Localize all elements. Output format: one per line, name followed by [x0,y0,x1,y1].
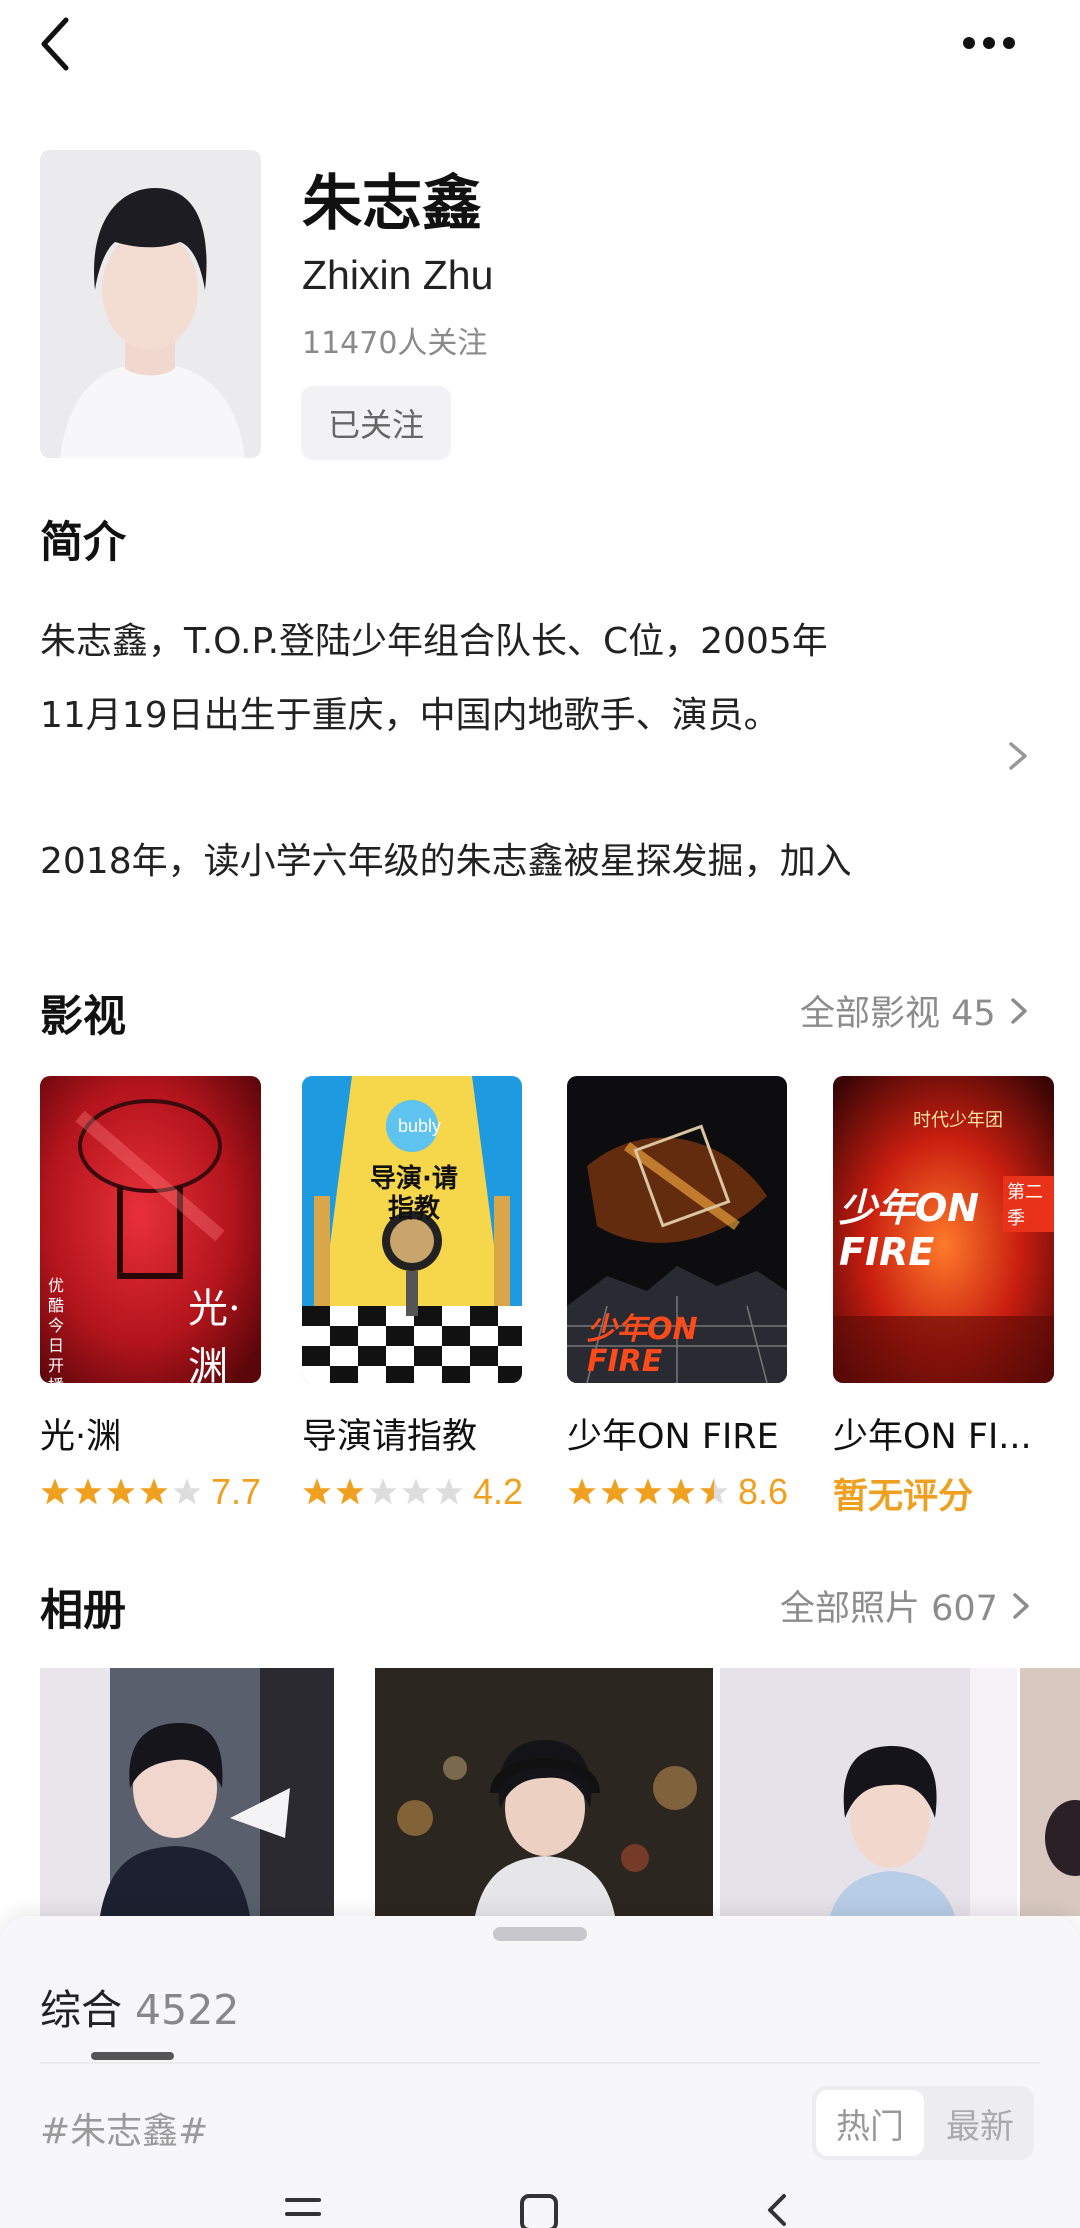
star-icon [74,1478,102,1505]
poster-overlay: bubly 导演·请指教 [302,1076,522,1383]
intro-expand-button[interactable] [1003,736,1033,776]
no-score-label: 暂无评分 [833,1477,974,1517]
poster-overlay: 少年ON FIRE [567,1076,787,1383]
tab-all[interactable]: 综合 4522 [40,1976,239,2036]
all-movies-link[interactable]: 全部影视 45 [800,985,1030,1036]
sheet-divider [40,2062,1040,2064]
intro-text-line: 11月19日出生于重庆，中国内地歌手、演员。 [40,695,780,736]
movie-rating: 4.2 [302,1471,523,1513]
album-section-title: 相册 [40,1586,126,1636]
star-icon [173,1478,201,1505]
star-icon [435,1478,463,1505]
back-button[interactable] [30,14,90,74]
poster-corner-tag: 第二季 [1003,1176,1054,1232]
chevron-left-icon [41,17,69,71]
poster-title-text: 光·渊 [188,1286,241,1390]
sort-hot-button[interactable]: 热门 [816,2090,924,2156]
movies-section-title: 影视 [40,992,126,1042]
active-tab-indicator [91,2052,174,2060]
star-icon [336,1478,364,1505]
menu-icon[interactable] [283,2190,323,2228]
star-icon [634,1478,662,1505]
album-photo[interactable] [375,1668,713,1916]
star-icon [402,1478,430,1505]
star-icon [369,1478,397,1505]
feed-bottom-sheet[interactable] [0,1916,1080,2228]
poster-overlay: 时代少年团 少年ON FIRE 第二季 [833,1076,1054,1383]
star-icon [140,1478,168,1505]
movie-title[interactable]: 导演请指教 [302,1408,477,1459]
star-half-icon [700,1478,728,1505]
tab-all-count: 4522 [135,1986,240,2034]
chevron-right-icon [1010,997,1027,1024]
topic-tag[interactable]: #朱志鑫# [40,2102,208,2154]
album-photo[interactable] [720,1668,1017,1916]
follower-count: 11470人关注 [302,326,488,361]
chevron-right-icon [1013,1592,1029,1619]
intro-title: 简介 [40,518,126,568]
star-icon [667,1478,695,1505]
movie-title[interactable]: 光·渊 [40,1408,121,1459]
follow-button[interactable]: 已关注 [301,386,451,460]
nav-back-icon[interactable] [760,2190,796,2228]
tab-all-label: 综合 [40,1986,122,2034]
star-rating [567,1477,732,1507]
celebrity-name: 朱志鑫 [302,169,482,239]
star-icon [107,1478,135,1505]
home-icon[interactable] [518,2190,562,2228]
movie-score: 8.6 [738,1471,789,1512]
poster-badge: 时代少年团 [913,1110,1003,1131]
movie-title[interactable]: 少年ON FI... [833,1408,1032,1459]
star-icon [568,1478,596,1505]
movie-title[interactable]: 少年ON FIRE [567,1408,779,1459]
star-icon [601,1478,629,1505]
all-movies-label: 全部影视 45 [800,994,996,1034]
star-icon [41,1478,69,1505]
star-rating [40,1477,205,1507]
chevron-right-icon [1009,742,1027,770]
movie-rating: 7.7 [40,1471,261,1513]
poster-title-text: 少年ON FIRE [587,1312,698,1379]
star-rating [302,1477,467,1507]
english-name: Zhixin Zhu [302,252,494,298]
sheet-drag-handle[interactable] [493,1927,587,1941]
poster-overlay: 光·渊 优酷今日开播 [40,1076,261,1395]
poster-title-text: 导演·请指教 [370,1164,458,1224]
movie-rating: 8.6 [567,1471,788,1513]
more-options-button[interactable] [950,14,1030,74]
sort-new-button[interactable]: 最新 [930,2090,1030,2156]
avatar [40,150,261,458]
movie-score: 7.7 [211,1471,262,1512]
album-photo[interactable] [1020,1668,1080,1916]
all-photos-label: 全部照片 607 [780,1589,998,1629]
more-dots-icon [963,37,1015,49]
intro-text-line: 朱志鑫，T.O.P.登陆少年组合队长、C位，2005年 [40,621,828,662]
all-photos-link[interactable]: 全部照片 607 [780,1580,1032,1631]
star-icon [303,1478,331,1505]
poster-side-text: 优酷今日开播 [48,1276,65,1395]
album-photo[interactable] [40,1668,334,1916]
poster-badge: bubly [398,1116,442,1136]
movie-score: 4.2 [473,1471,524,1512]
intro-text-line: 2018年，读小学六年级的朱志鑫被星探发掘，加入 [40,841,852,882]
